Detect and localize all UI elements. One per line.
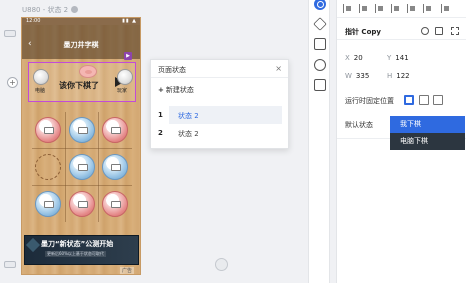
board-cell[interactable] — [35, 154, 61, 180]
player-avatar — [117, 69, 133, 85]
state-name: 状态 2 — [178, 130, 199, 138]
tic-tac-toe-board[interactable] — [32, 112, 132, 222]
board-cell[interactable] — [102, 154, 128, 180]
piece-face-icon — [78, 201, 88, 208]
row-handle-icon[interactable] — [4, 261, 16, 268]
align-bottom-icon[interactable] — [423, 4, 432, 13]
board-cell[interactable] — [35, 191, 61, 217]
board-cell[interactable] — [69, 154, 95, 180]
selected-status-layer[interactable]: 电脑 该你下棋了 玩家 — [28, 62, 136, 102]
plus-icon: + — [158, 86, 164, 94]
piece-face-icon — [78, 127, 88, 134]
lock-icon[interactable] — [435, 27, 443, 35]
piece-face-icon — [44, 201, 54, 208]
phone-artboard[interactable]: 12:00 ▮▮ ▲ ‹ 墨刀井字棋 ▶ 电脑 该你下棋了 玩家 墨刀“新状态”… — [21, 17, 141, 275]
artboard-title[interactable]: U880 - 状态 2 — [22, 5, 79, 15]
align-center-icon[interactable] — [359, 4, 368, 13]
eye-icon[interactable] — [421, 27, 429, 35]
piece-face-icon — [111, 201, 121, 208]
state-name: 状态 2 — [178, 112, 199, 120]
piece-face-icon — [44, 127, 54, 134]
nav-bar: ‹ 墨刀井字棋 — [22, 25, 140, 59]
artboard-name: U880 - 状态 2 — [22, 6, 69, 14]
fix-top-icon[interactable] — [419, 95, 429, 105]
new-state-button[interactable]: + 新建状态 — [158, 85, 194, 95]
ad-label: 广告 — [119, 267, 134, 274]
default-state-dropdown[interactable]: 我下棋 电脑下棋 — [390, 116, 465, 150]
distribute-icon[interactable] — [441, 4, 450, 13]
tool-strip — [308, 0, 330, 283]
resize-icon[interactable] — [314, 38, 326, 50]
play-icon[interactable]: ▶ — [124, 52, 132, 60]
height-field[interactable]: H 122 — [387, 72, 410, 80]
turn-text: 该你下棋了 — [59, 81, 99, 90]
state-item[interactable]: 1 状态 2 — [151, 106, 288, 124]
status-time: 12:00 — [26, 18, 41, 24]
pig-icon — [79, 65, 97, 78]
fixed-position-label: 运行时固定位置 — [345, 97, 394, 105]
canvas-marker-icon[interactable] — [215, 258, 228, 271]
board-cell[interactable] — [102, 117, 128, 143]
state-number: 2 — [158, 129, 163, 137]
new-state-label: 新建状态 — [165, 86, 194, 94]
computer-label: 电脑 — [35, 88, 46, 94]
banner-title: 墨刀“新状态”公测开始 — [41, 240, 114, 248]
align-middle-icon[interactable] — [407, 4, 416, 13]
layer-header: 指针 Copy — [337, 22, 466, 40]
ad-banner[interactable]: 墨刀“新状态”公测开始 更新后60%以上基于状态可取代 — [24, 235, 139, 265]
player-label: 玩家 — [117, 88, 128, 94]
piece-face-icon — [111, 127, 121, 134]
align-top-icon[interactable] — [391, 4, 400, 13]
add-row-button[interactable]: + — [7, 77, 18, 88]
leaf-icon — [25, 237, 41, 253]
piece-face-icon — [111, 164, 121, 171]
width-field[interactable]: W 335 — [345, 72, 369, 80]
cube-icon[interactable] — [313, 17, 327, 31]
board-cell[interactable] — [69, 117, 95, 143]
x-field[interactable]: X 20 — [345, 54, 363, 62]
fix-bottom-icon[interactable] — [433, 95, 443, 105]
close-icon[interactable]: × — [275, 64, 282, 73]
page-states-popup: 页面状态 × + 新建状态 1 状态 2 2 状态 2 — [150, 59, 289, 149]
popup-title: 页面状态 — [158, 66, 186, 74]
piece-face-icon — [78, 164, 88, 171]
banner-subtitle: 更新后60%以上基于状态可取代 — [45, 251, 106, 257]
board-cell[interactable] — [69, 191, 95, 217]
nav-title: 墨刀井字棋 — [63, 41, 99, 49]
fix-none-icon[interactable] — [404, 95, 414, 105]
state-number: 1 — [158, 111, 163, 119]
popup-header: 页面状态 × — [151, 60, 288, 78]
gear-icon[interactable] — [71, 6, 79, 13]
frame-icon[interactable] — [451, 27, 459, 35]
board-cell[interactable] — [102, 191, 128, 217]
states-tool-icon[interactable] — [314, 0, 326, 10]
default-state-label: 默认状态 — [345, 121, 373, 129]
status-bar: 12:00 ▮▮ ▲ — [22, 18, 140, 25]
state-item[interactable]: 2 状态 2 — [151, 124, 288, 142]
dropdown-option[interactable]: 我下棋 — [390, 116, 465, 133]
align-left-icon[interactable] — [343, 4, 352, 13]
computer-avatar — [33, 69, 49, 85]
emoji-icon[interactable] — [314, 59, 326, 71]
signal-icon: ▮▮ ▲ — [122, 18, 137, 24]
layer-name[interactable]: 指针 Copy — [345, 27, 381, 37]
align-right-icon[interactable] — [375, 4, 384, 13]
dropdown-option[interactable]: 电脑下棋 — [390, 133, 465, 150]
align-toolbar — [337, 0, 466, 18]
row-handle-icon[interactable] — [4, 30, 16, 37]
y-field[interactable]: Y 141 — [387, 54, 409, 62]
left-gutter: + — [0, 0, 20, 283]
table-icon[interactable] — [314, 79, 326, 91]
board-cell[interactable] — [35, 117, 61, 143]
